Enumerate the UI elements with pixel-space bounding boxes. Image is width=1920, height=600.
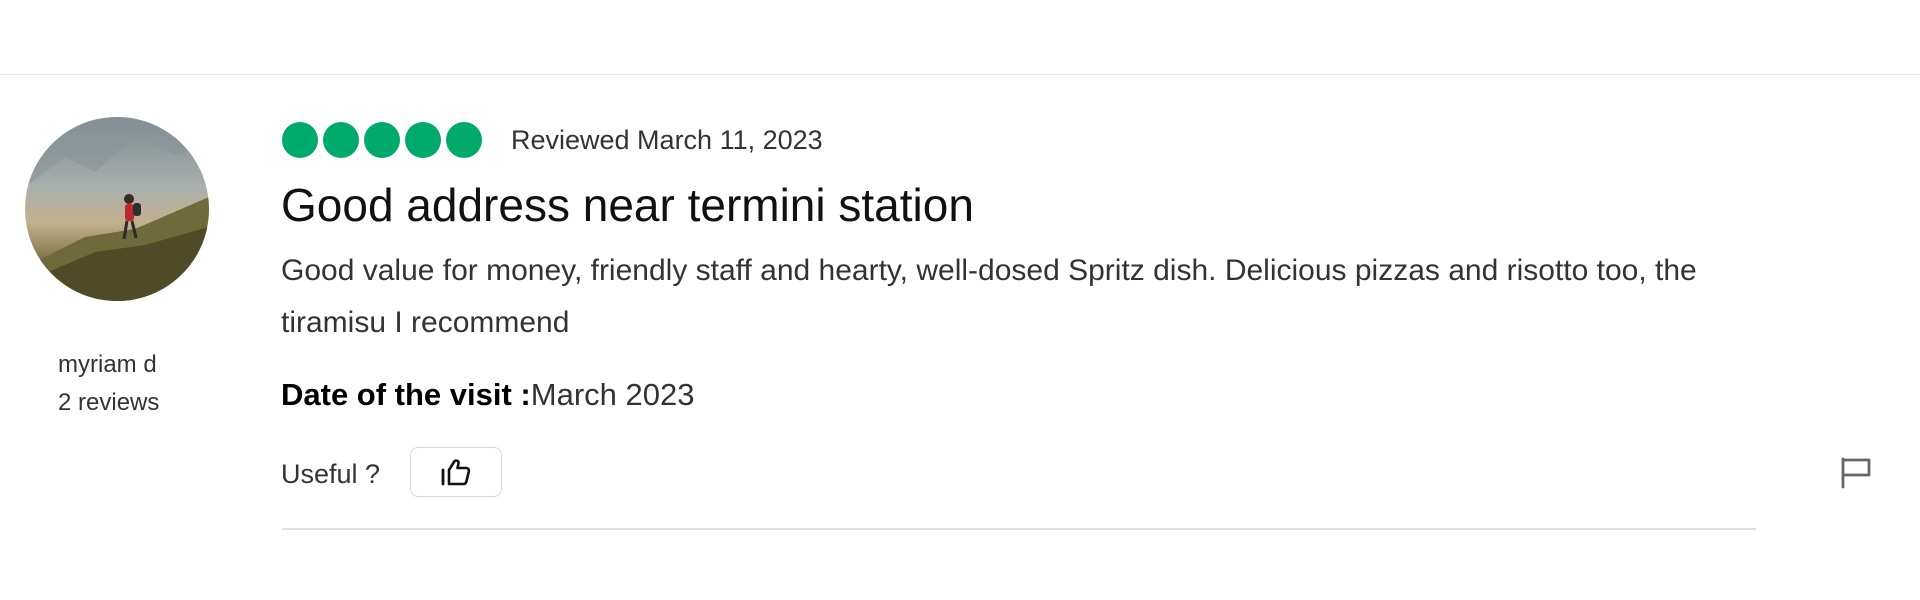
- thumbs-up-icon: [441, 459, 471, 486]
- useful-label: Useful ?: [281, 459, 381, 489]
- review-body: Good value for money, friendly staff and…: [281, 254, 1697, 339]
- author-info: myriam d 2 reviews: [58, 346, 159, 422]
- avatar-photo: [25, 117, 209, 301]
- author-name[interactable]: myriam d: [58, 346, 159, 384]
- author-review-count: 2 reviews: [58, 389, 160, 416]
- review-title: Good address near termini station: [281, 179, 974, 231]
- visit-date-value: March 2023: [530, 377, 695, 412]
- visit-date-label: Date of the visit :: [281, 377, 531, 412]
- rating-bubble-5: [446, 122, 482, 158]
- helpful-vote-button[interactable]: [410, 447, 502, 497]
- flag-icon: [1841, 457, 1871, 489]
- review-card: myriam d 2 reviews Reviewed March 11, 20…: [0, 75, 1920, 600]
- review-divider: [282, 528, 1756, 530]
- rating-bubble-1: [282, 122, 318, 158]
- avatar[interactable]: [25, 117, 209, 301]
- rating-bubble-3: [364, 122, 400, 158]
- rating-bubble-4: [405, 122, 441, 158]
- report-flag-button[interactable]: [1838, 455, 1874, 491]
- rating-bubble-2: [323, 122, 359, 158]
- rating-bubbles: [282, 120, 482, 160]
- review-date: Reviewed March 11, 2023: [511, 125, 823, 155]
- visit-date: Date of the visit :March 2023: [281, 373, 694, 417]
